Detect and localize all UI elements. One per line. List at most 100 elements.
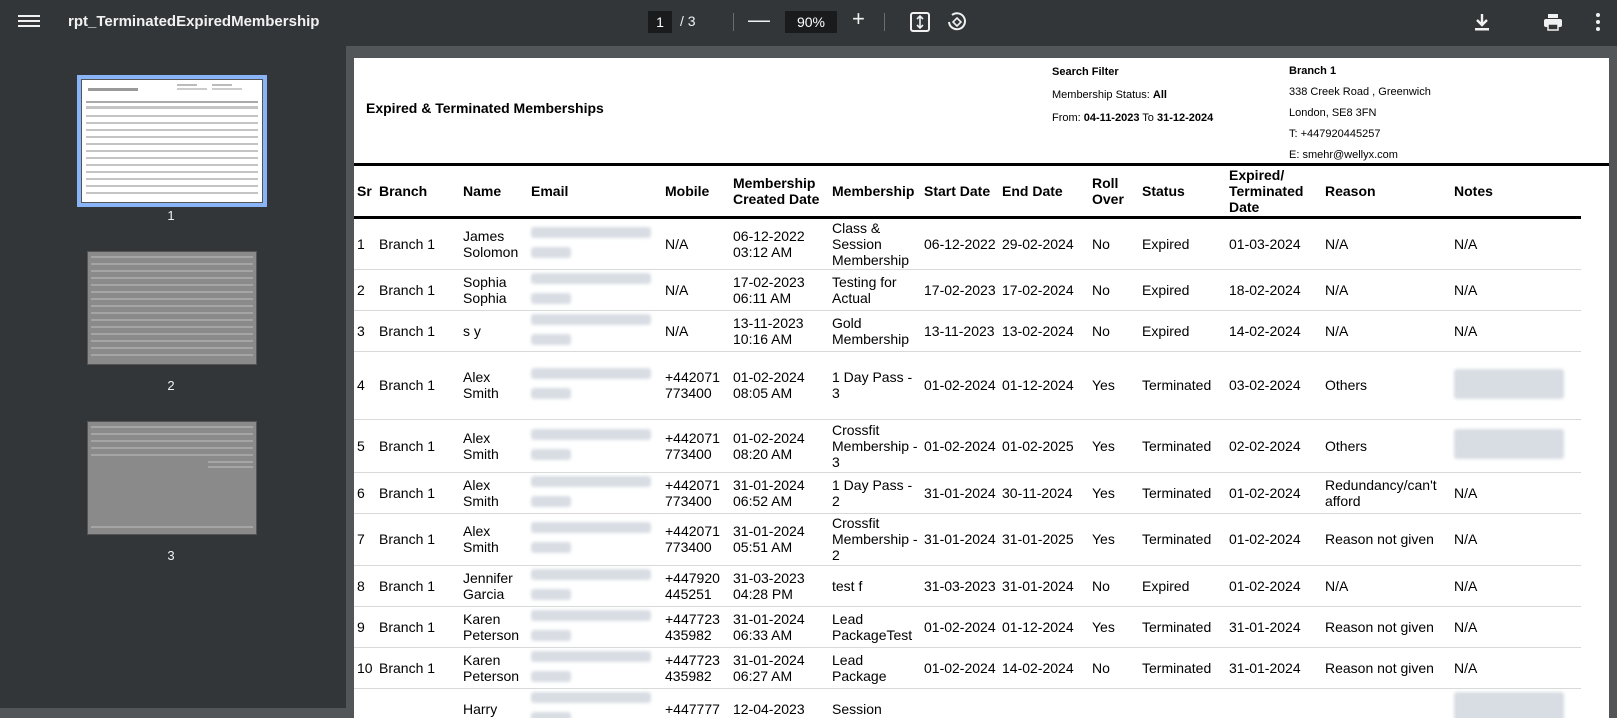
cell-mobile: +447723 435982 [662, 606, 730, 647]
thumbnail-page-3[interactable] [87, 421, 257, 535]
cell-end: 17-02-2024 [999, 269, 1089, 310]
cell-notes: N/A [1451, 310, 1581, 351]
cell-branch: Branch 1 [376, 606, 460, 647]
toolbar-divider [733, 13, 734, 31]
status-value: All [1153, 89, 1167, 101]
cell-end [999, 688, 1089, 718]
table-row: 3Branch 1s yN/A13-11-2023 10:16 AMGold M… [354, 310, 1581, 351]
thumbnail-page-2[interactable] [87, 251, 257, 365]
cell-status: Terminated [1139, 513, 1226, 565]
cell-mobile: N/A [662, 217, 730, 269]
col-header: Notes [1451, 166, 1581, 217]
cell-notes: N/A [1451, 606, 1581, 647]
cell-rollover: Yes [1089, 419, 1139, 472]
zoom-input[interactable]: 90% [785, 11, 837, 33]
cell-rollover: Yes [1089, 606, 1139, 647]
cell-notes: N/A [1451, 513, 1581, 565]
col-header: End Date [999, 166, 1089, 217]
cell-name: Alex Smith [460, 351, 528, 419]
page-number-input[interactable]: 1 [648, 11, 672, 33]
cell-branch: Branch 1 [376, 310, 460, 351]
cell-created: 17-02-2023 06:11 AM [730, 269, 829, 310]
cell-status: Terminated [1139, 606, 1226, 647]
table-row: 10Branch 1Karen Peterson+447723 43598231… [354, 647, 1581, 688]
cell-start: 01-02-2024 [921, 419, 999, 472]
download-icon[interactable] [1470, 10, 1494, 34]
cell-sr: 8 [354, 565, 376, 606]
cell-membership: Session [829, 688, 921, 718]
redacted-email [531, 542, 571, 553]
cell-reason: Others [1322, 419, 1451, 472]
cell-mobile: +447723 435982 [662, 647, 730, 688]
cell-created: 06-12-2022 03:12 AM [730, 217, 829, 269]
cell-mobile: +447920 445251 [662, 565, 730, 606]
print-icon[interactable] [1541, 10, 1565, 34]
cell-name: Karen Peterson [460, 647, 528, 688]
search-filter-heading: Search Filter [1052, 61, 1213, 84]
cell-name: Alex Smith [460, 419, 528, 472]
cell-start: 01-02-2024 [921, 606, 999, 647]
cell-rollover [1089, 688, 1139, 718]
thumbnail-label: 2 [151, 378, 191, 393]
col-header: Name [460, 166, 528, 217]
cell-exp: 01-02-2024 [1226, 513, 1322, 565]
zoom-out-button[interactable]: — [748, 9, 770, 31]
rotate-icon[interactable] [945, 10, 969, 34]
toolbar-divider [884, 13, 885, 31]
thumbnail-label: 1 [151, 208, 191, 223]
cell-created: 13-11-2023 10:16 AM [730, 310, 829, 351]
cell-rollover: Yes [1089, 472, 1139, 513]
cell-branch: Branch 1 [376, 217, 460, 269]
cell-end: 01-02-2025 [999, 419, 1089, 472]
redacted-email [531, 476, 651, 487]
cell-reason: Reason not given [1322, 647, 1451, 688]
cell-reason: N/A [1322, 269, 1451, 310]
menu-icon[interactable] [18, 12, 40, 34]
redacted-email [531, 712, 571, 718]
cell-sr: 2 [354, 269, 376, 310]
zoom-in-button[interactable]: + [852, 8, 865, 30]
cell-membership: Crossfit Membership - 2 [829, 513, 921, 565]
email-cell-redacted [528, 269, 662, 310]
from-label: From: [1052, 112, 1084, 124]
cell-exp: 31-01-2024 [1226, 647, 1322, 688]
email-cell-redacted [528, 419, 662, 472]
cell-membership: Class & Session Membership [829, 217, 921, 269]
col-header: Mobile [662, 166, 730, 217]
cell-branch: Branch 1 [376, 513, 460, 565]
cell-start: 31-01-2024 [921, 472, 999, 513]
cell-reason: N/A [1322, 565, 1451, 606]
more-options-icon[interactable] [1586, 10, 1610, 34]
cell-mobile: N/A [662, 269, 730, 310]
email-cell-redacted [528, 606, 662, 647]
email-cell-redacted [528, 472, 662, 513]
cell-rollover: Yes [1089, 513, 1139, 565]
cell-rollover: No [1089, 310, 1139, 351]
col-header: Membership Created Date [730, 166, 829, 217]
cell-notes: N/A [1451, 472, 1581, 513]
cell-membership: test f [829, 565, 921, 606]
cell-sr: 10 [354, 647, 376, 688]
thumbnail-label: 3 [151, 548, 191, 563]
cell-mobile: N/A [662, 310, 730, 351]
cell-end: 31-01-2024 [999, 565, 1089, 606]
table-row: 6Branch 1Alex Smith+442071 77340031-01-2… [354, 472, 1581, 513]
cell-created: 12-04-2023 [730, 688, 829, 718]
cell-end: 13-02-2024 [999, 310, 1089, 351]
redacted-email [531, 522, 651, 533]
thumbnail-page-1[interactable] [81, 79, 263, 203]
date-range-filter: From: 04-11-2023 To 31-12-2024 [1052, 107, 1213, 130]
cell-exp: 02-02-2024 [1226, 419, 1322, 472]
cell-exp [1226, 688, 1322, 718]
redacted-email [531, 247, 571, 258]
cell-branch [376, 688, 460, 718]
cell-branch: Branch 1 [376, 419, 460, 472]
fit-to-page-icon[interactable] [908, 10, 932, 34]
redacted-email [531, 496, 571, 507]
cell-end: 01-12-2024 [999, 351, 1089, 419]
cell-membership: Lead PackageTest [829, 606, 921, 647]
cell-name: Harry [460, 688, 528, 718]
cell-membership: Testing for Actual [829, 269, 921, 310]
cell-status [1139, 688, 1226, 718]
membership-status-filter: Membership Status: All [1052, 84, 1213, 107]
